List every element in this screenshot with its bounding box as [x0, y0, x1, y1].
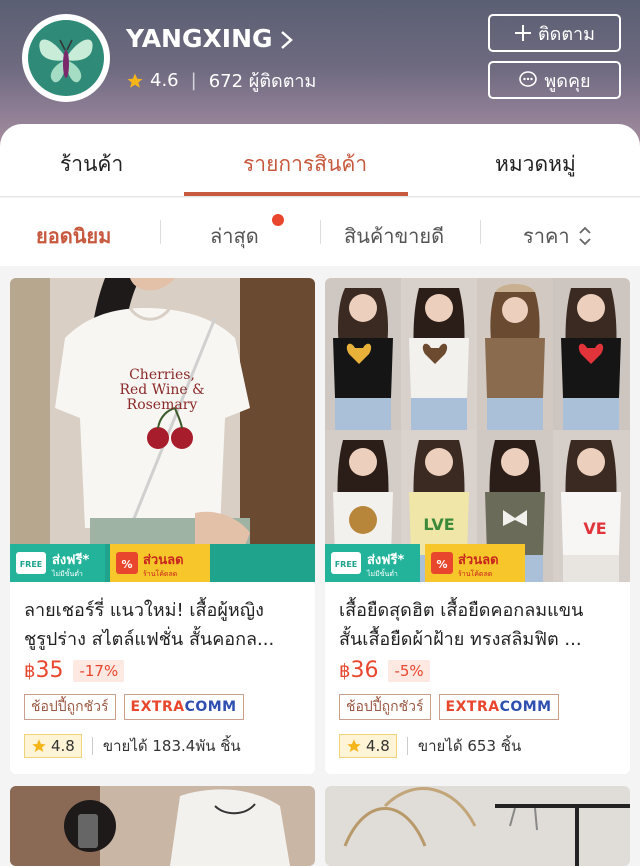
- stats-row: 4.8 ขายได้ 653 ชิ้น: [339, 734, 521, 758]
- free-shipping-text: ส่งฟรี*: [52, 552, 89, 568]
- plus-icon: [514, 25, 531, 41]
- guarantee-badge: ช้อปปี้ถูกชัวร์: [24, 694, 116, 720]
- store-name-text: YANGXING: [126, 24, 273, 53]
- sort-divider: [480, 220, 481, 244]
- divider: [406, 737, 408, 755]
- promo-banner: FREE ส่งฟรี* ไม่มีขั้นต่ำ % ส่วนลด ร้านโ…: [325, 544, 630, 582]
- stats-row: 4.8 ขายได้ 183.4พัน ชิ้น: [24, 734, 241, 758]
- title-line: สั้นเสื้อยืดผ้าฝ้าย ทรงสลิมฟิต ...: [339, 629, 582, 650]
- store-followers: 672 ผู้ติดตาม: [208, 71, 317, 92]
- price-value: 36: [350, 658, 379, 683]
- sort-divider: [320, 220, 321, 244]
- product-image: LVE VE: [325, 278, 630, 582]
- product-rating: 4.8: [51, 737, 75, 755]
- discount-text: ส่วนลด: [143, 553, 184, 568]
- comm-text: COMM: [499, 699, 552, 715]
- free-shipping-text: ส่งฟรี*: [367, 552, 404, 568]
- product-title[interactable]: เสื้อยืดสุดฮิต เสื้อยืดคอกลมแขน สั้นเสื้…: [339, 596, 623, 654]
- title-line: เสื้อยืดสุดฮิต เสื้อยืดคอกลมแขน: [339, 600, 584, 621]
- tab-categories[interactable]: หมวดหมู่: [495, 148, 576, 181]
- discount-subtext: ร้านโค้ดลด: [143, 569, 177, 578]
- shirt-print-line3: Rosemary: [127, 397, 198, 413]
- discount-subtext: ร้านโค้ดลด: [458, 569, 492, 578]
- tab-shop[interactable]: ร้านค้า: [60, 148, 123, 181]
- divider: [91, 737, 93, 755]
- sort-bar: ยอดนิยม ล่าสุด สินค้าขายดี ราคา: [0, 198, 640, 266]
- svg-text:VE: VE: [583, 519, 606, 538]
- extra-text: EXTRA: [445, 699, 500, 715]
- extra-comm-badge: EXTRA COMM: [123, 694, 244, 720]
- title-line: ลายเชอร์รี่ แนวใหม่! เสื้อผู้หญิง: [24, 600, 264, 621]
- discount-text: ส่วนลด: [458, 553, 499, 568]
- price-value: 35: [35, 658, 64, 683]
- product-price: ฿35: [24, 658, 63, 683]
- follow-button[interactable]: ติดตาม: [488, 14, 621, 52]
- svg-text:%: %: [436, 558, 447, 571]
- product-rating: 4.8: [366, 737, 390, 755]
- stats-divider: |: [190, 70, 197, 91]
- shirt-print-line2: Red Wine &: [119, 382, 204, 398]
- store-tabs: ร้านค้า รายการสินค้า หมวดหมู่: [0, 124, 640, 197]
- svg-text:%: %: [121, 558, 132, 571]
- price-row: ฿36 -5%: [339, 658, 430, 683]
- star-icon: [32, 739, 46, 752]
- guarantee-badge: ช้อปปี้ถูกชัวร์: [339, 694, 431, 720]
- badge-row: ช้อปปี้ถูกชัวร์ EXTRA COMM: [24, 694, 244, 720]
- sort-price-label: ราคา: [523, 224, 570, 248]
- product-image: [10, 786, 315, 866]
- chevron-right-icon: [280, 30, 293, 49]
- rating-box: 4.8: [24, 734, 82, 758]
- product-title[interactable]: ลายเชอร์รี่ แนวใหม่! เสื้อผู้หญิง ชูรูปร…: [24, 596, 308, 654]
- product-card[interactable]: [10, 786, 315, 866]
- chat-label: พูดคุย: [544, 70, 591, 92]
- extra-text: EXTRA: [130, 699, 185, 715]
- store-rating: 4.6: [150, 70, 179, 91]
- sold-count: ขายได้ 653 ชิ้น: [417, 737, 522, 755]
- currency-symbol: ฿: [339, 661, 351, 682]
- shirt-print-line1: Cherries,: [129, 367, 195, 383]
- new-indicator-dot: [272, 214, 284, 226]
- star-icon: [127, 73, 143, 88]
- sort-popular[interactable]: ยอดนิยม: [36, 220, 111, 252]
- discount-badge: -5%: [388, 659, 430, 682]
- sold-count: ขายได้ 183.4พัน ชิ้น: [102, 737, 241, 755]
- title-line: ชูรูปร่าง สไตล์แฟชั่น สั้นคอกล...: [24, 629, 275, 650]
- star-icon: [347, 739, 361, 752]
- store-logo[interactable]: [22, 14, 110, 102]
- chat-button[interactable]: พูดคุย: [488, 61, 621, 99]
- svg-text:FREE: FREE: [335, 560, 358, 569]
- product-card[interactable]: [325, 786, 630, 866]
- extra-comm-badge: EXTRA COMM: [438, 694, 559, 720]
- store-stats: 4.6 | 672 ผู้ติดตาม: [126, 66, 316, 95]
- product-image: Cherries, Red Wine & Rosemary: [10, 278, 315, 582]
- badge-row: ช้อปปี้ถูกชัวร์ EXTRA COMM: [339, 694, 559, 720]
- currency-symbol: ฿: [24, 661, 36, 682]
- product-card[interactable]: Cherries, Red Wine & Rosemary FREE ส่งฟร…: [10, 278, 315, 774]
- store-name[interactable]: YANGXING: [126, 24, 295, 53]
- sort-latest[interactable]: ล่าสุด: [210, 220, 259, 252]
- discount-badge: -17%: [73, 659, 125, 682]
- svg-text:FREE: FREE: [20, 560, 43, 569]
- sort-arrows-icon: [578, 226, 591, 246]
- follow-label: ติดตาม: [537, 23, 596, 45]
- sort-price[interactable]: ราคา: [523, 220, 592, 252]
- rating-box: 4.8: [339, 734, 397, 758]
- svg-text:LVE: LVE: [423, 515, 454, 534]
- promo-banner: FREE ส่งฟรี* ไม่มีขั้นต่ำ % ส่วนลด ร้านโ…: [10, 544, 315, 582]
- price-row: ฿35 -17%: [24, 658, 125, 683]
- tab-products[interactable]: รายการสินค้า: [243, 148, 367, 181]
- product-card[interactable]: LVE VE FREE ส่งฟรี* ไม่มีขั้นต่ำ % ส่วนล…: [325, 278, 630, 774]
- active-tab-indicator: [184, 192, 408, 196]
- sort-bestseller[interactable]: สินค้าขายดี: [344, 220, 444, 252]
- product-price: ฿36: [339, 658, 378, 683]
- product-image: [325, 786, 630, 866]
- chat-icon: [519, 71, 538, 87]
- sort-divider: [160, 220, 161, 244]
- comm-text: COMM: [184, 699, 237, 715]
